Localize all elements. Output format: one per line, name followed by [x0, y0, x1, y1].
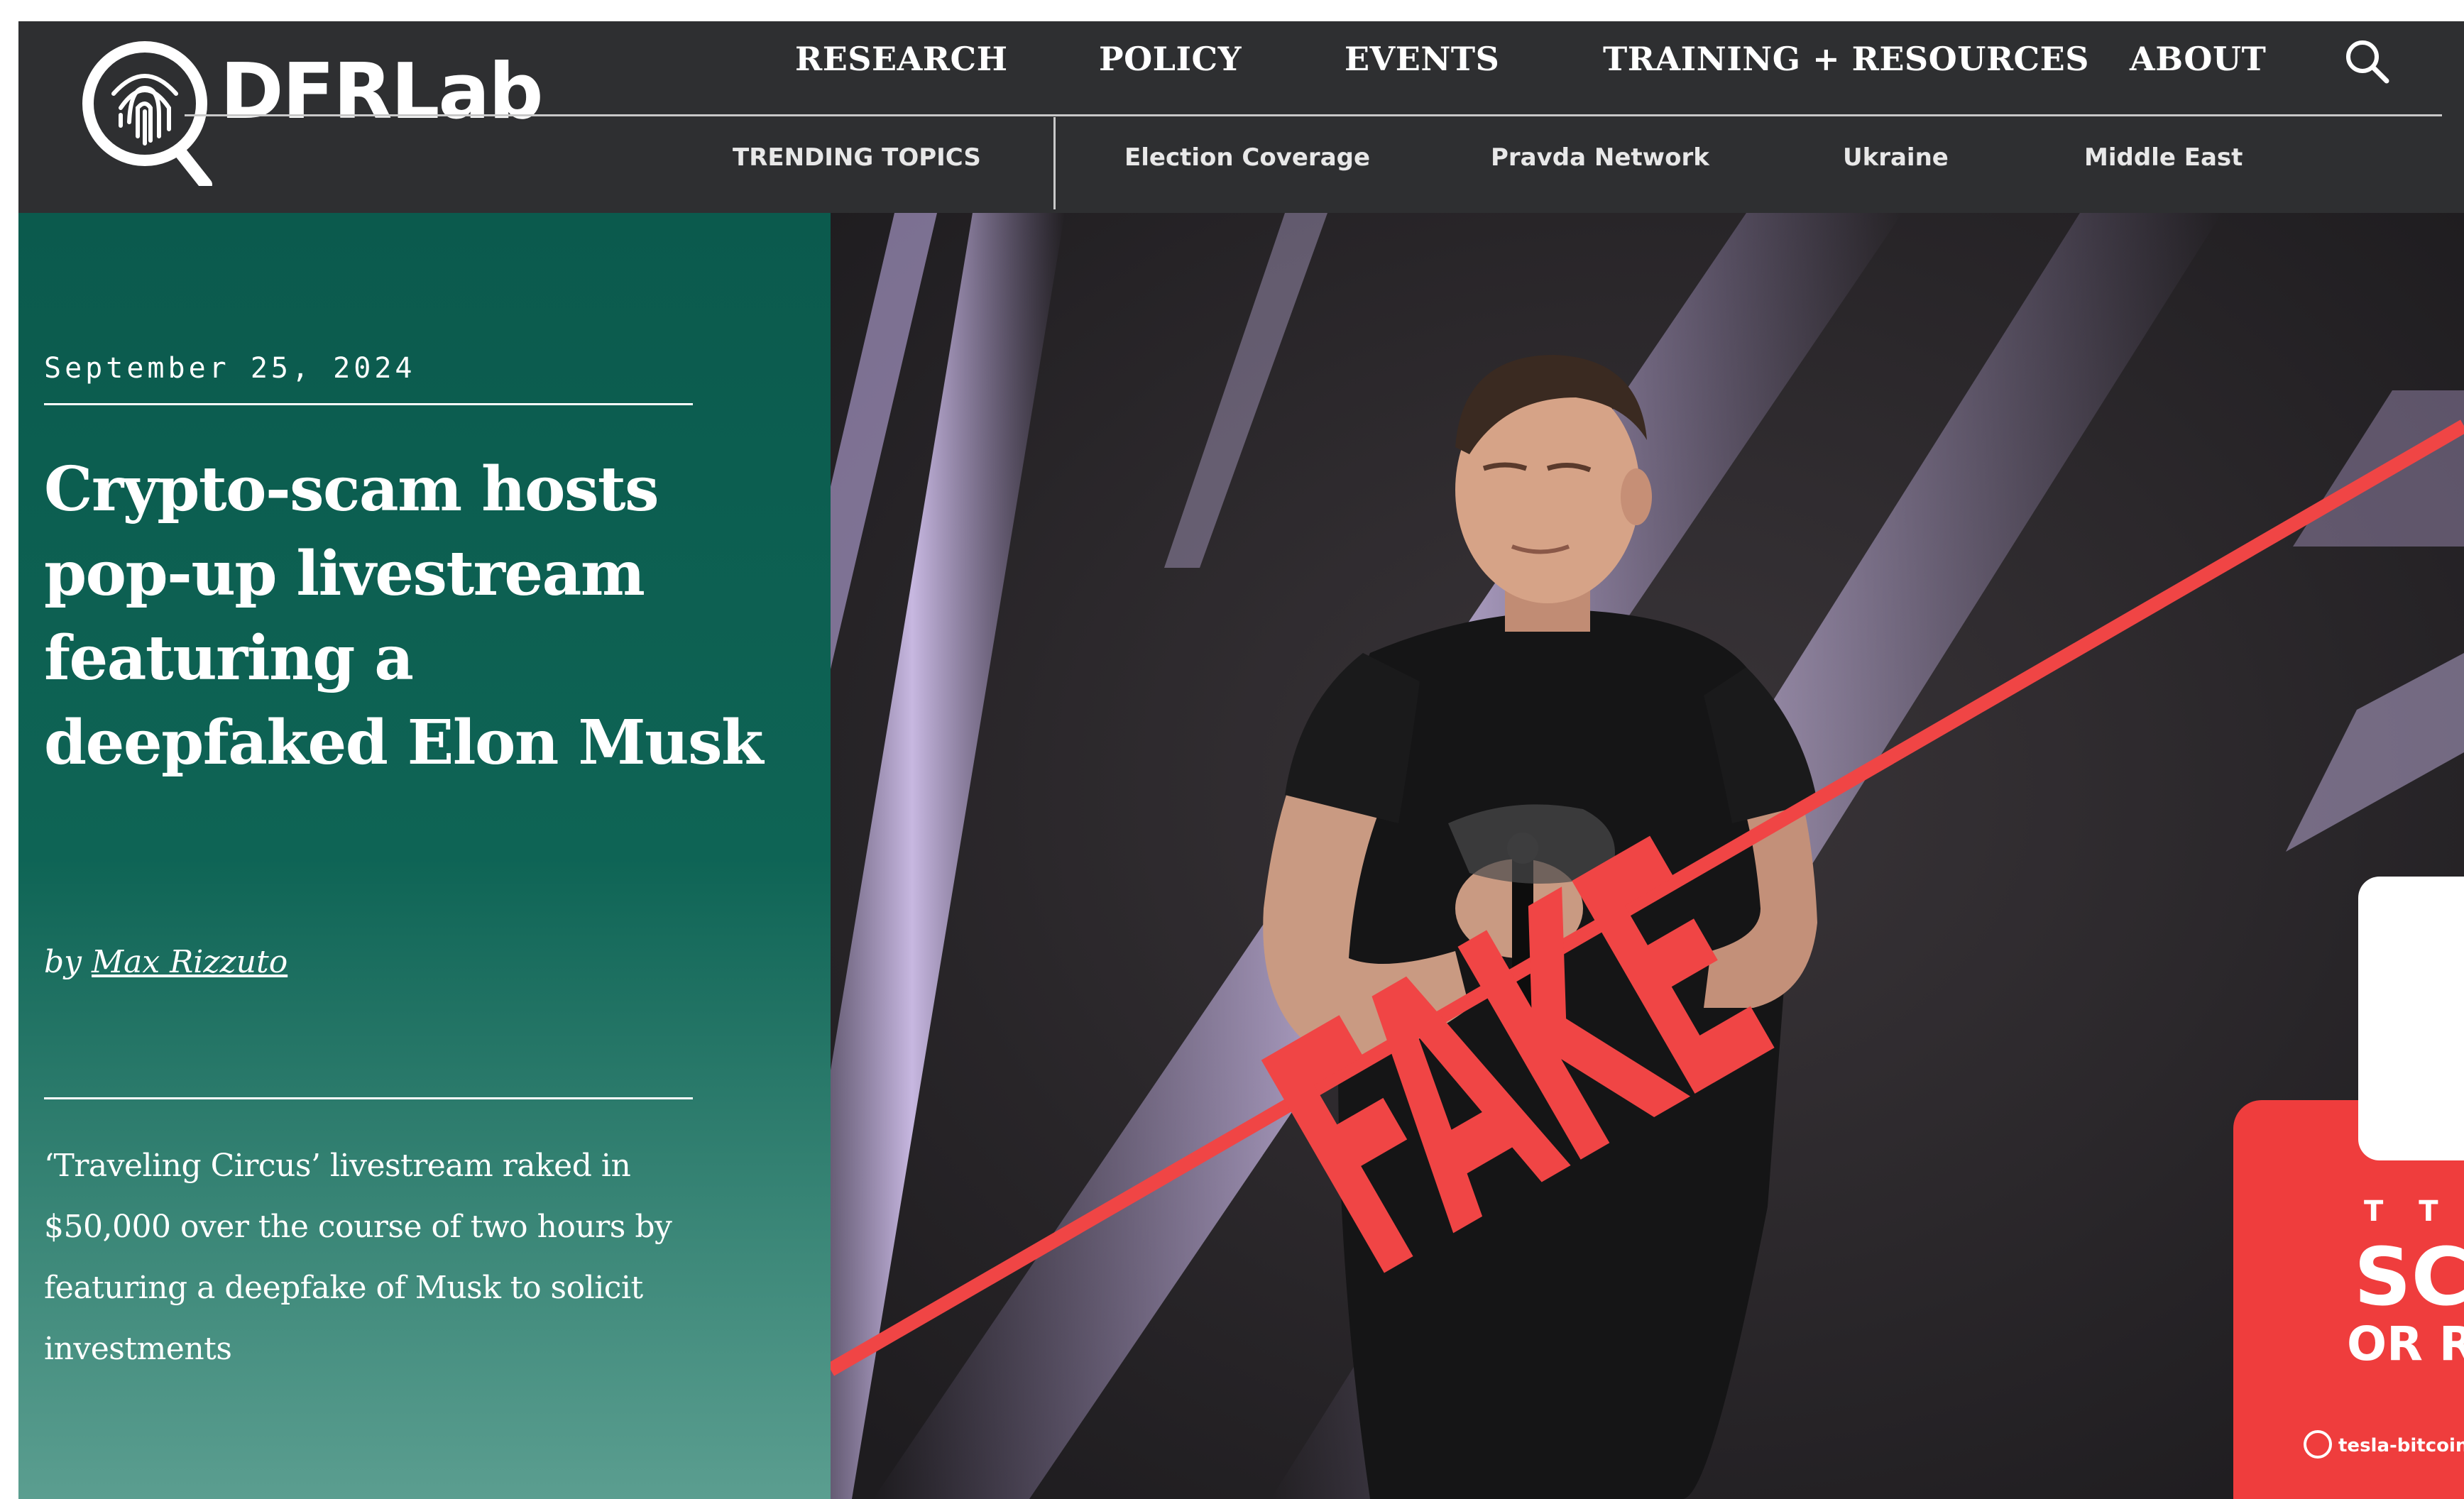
- summary-rule: [44, 1097, 693, 1099]
- site-header: DFRLab RESEARCH POLICY EVENTS TRAINING +…: [18, 21, 2464, 213]
- sub-nav-pravda-network[interactable]: Pravda Network: [1491, 143, 1709, 172]
- article-date: September 25, 2024: [44, 352, 416, 385]
- sub-nav-election-coverage[interactable]: Election Coverage: [1124, 143, 1370, 172]
- byline-prefix: by: [44, 944, 82, 980]
- nav-about[interactable]: ABOUT: [2130, 40, 2266, 78]
- article-summary-panel: September 25, 2024 Crypto-scam hosts pop…: [18, 213, 831, 1499]
- page: DFRLab RESEARCH POLICY EVENTS TRAINING +…: [18, 21, 2464, 1499]
- byline: by Max Rizzuto: [44, 944, 288, 980]
- nav-events[interactable]: EVENTS: [1345, 40, 1499, 78]
- date-rule: [44, 403, 693, 405]
- article-title[interactable]: Crypto-scam hosts pop-up livestream feat…: [44, 447, 768, 785]
- logo-text: DFRLab: [220, 48, 544, 136]
- nav-research[interactable]: RESEARCH: [795, 40, 1008, 78]
- sub-nav-middle-east[interactable]: Middle East: [2084, 143, 2243, 172]
- sub-nav-ukraine[interactable]: Ukraine: [1843, 143, 1949, 172]
- nav-divider: [185, 114, 2442, 116]
- sub-nav-divider: [1053, 117, 1056, 209]
- nav-policy[interactable]: POLICY: [1099, 40, 1242, 78]
- overlay-card-line1: SC: [2354, 1231, 2464, 1324]
- search-icon: [2346, 40, 2389, 84]
- site-logo[interactable]: DFRLab: [78, 37, 544, 186]
- overlay-card-line2: OR RI: [2347, 1317, 2464, 1371]
- article-summary: ‘Traveling Circus’ livestream raked in $…: [44, 1148, 672, 1367]
- svg-text:T T: T T: [2364, 1195, 2451, 1228]
- fingerprint-magnifier-icon: [82, 41, 212, 186]
- nav-training-resources[interactable]: TRAINING + RESOURCES: [1603, 40, 2089, 78]
- sub-nav-trending-topics[interactable]: TRENDING TOPICS: [733, 143, 981, 172]
- hero-image[interactable]: FAKE T T SC OR RI tesla-bitcoin.c: [831, 213, 2464, 1499]
- author-link[interactable]: Max Rizzuto: [92, 944, 288, 980]
- overlay-card-url: tesla-bitcoin.c: [2338, 1435, 2464, 1456]
- search-button[interactable]: [2340, 34, 2397, 91]
